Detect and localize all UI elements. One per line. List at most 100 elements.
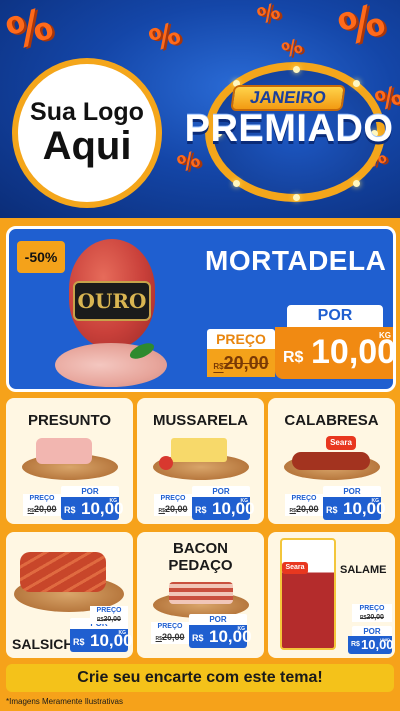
price-value: 10,00 [90,631,133,650]
bulb-icon [293,66,300,73]
por-label: POR [189,614,247,625]
product-name: CALABRESA [284,412,379,429]
unit-label: KG [109,498,118,504]
tomato-image [159,456,173,470]
old-price: R$20,00 [90,615,128,624]
preco-label: PREÇO [352,604,392,613]
price-block: POR PREÇO R$20,00 R$ 10,00KG [151,614,252,648]
unit-label: UNID [380,637,390,642]
currency-symbol: R$ [283,349,304,366]
unit-label: KG [240,498,249,504]
bulb-icon [353,80,360,87]
old-value: 20,00 [161,632,185,642]
seara-logo: Seara [326,436,356,450]
price-value: 10,00 [212,499,255,518]
product-name-line2: PEDAÇO [168,557,233,574]
currency-symbol: R$ [326,505,338,515]
hero-product-title: MORTADELA [205,245,387,276]
mortadela-image: OURO [55,235,169,387]
disclaimer-text: *Imagens Meramente Ilustrativas [6,697,123,706]
bulb-icon [293,194,300,201]
logo-placeholder: Sua Logo Aqui [12,58,162,208]
product-card-presunto[interactable]: PRESUNTO POR PREÇO R$20,00 R$ 10,00 KG [6,398,133,524]
old-price: R$20,00 [151,631,189,644]
percent-icon: % [0,0,60,62]
product-card-bacon[interactable]: BACON PEDAÇO POR PREÇO R$20,00 R$ 10,00 KG [137,532,264,658]
logo-text-line2: Aqui [42,123,132,168]
preco-label: PREÇO [23,494,61,503]
hero-old-price: R$20,00 [207,349,275,377]
unit-label: KG [371,498,380,504]
percent-icon: % [278,33,306,63]
presunto-image [36,438,92,464]
product-name-line1: BACON [173,540,228,557]
new-price: R$ 10,00 KG [192,497,255,520]
mussarela-image [171,438,227,462]
premiado-title: PREMIADO [184,108,394,150]
salame-package-image [280,538,336,650]
price-block: POR PREÇO R$20,00 R$ 10,00KG [23,486,124,520]
new-price: R$ 10,00 KG [189,625,252,648]
old-value: 20,00 [164,504,188,514]
mortadela-brand-label: OURO [73,281,151,321]
por-label: POR [61,486,119,497]
hero-new-price: R$ 10,00 KG [275,327,393,379]
currency-symbol: R$ [64,505,76,515]
old-price: R$20,00 [285,503,323,516]
old-price: R$20,00 [23,503,61,516]
percent-icon: % [254,0,284,31]
old-value: 20,00 [103,616,121,623]
product-name: SALAME [340,564,387,576]
product-card-salsicha[interactable]: SALSICHA POR PREÇO R$20,00 R$10,00KG [6,532,133,658]
discount-badge: -50% [17,241,65,273]
old-value: 20,00 [223,353,269,373]
cta-banner[interactable]: Crie seu encarte com este tema! [6,664,394,692]
calabresa-image [292,452,370,470]
header-banner: % % % % % % % % Sua Logo Aqui JANEIRO PR… [0,0,400,218]
product-card-mussarela[interactable]: MUSSARELA POR PREÇO R$20,00 R$ 10,00 KG [137,398,264,524]
new-price: R$ 10,00 KG [61,497,124,520]
preco-label: PREÇO [151,622,189,631]
bulb-icon [353,180,360,187]
old-value: 20,00 [366,614,384,621]
price-block: PREÇO R$20,00 POR R$ 10,00 UNID [348,604,394,654]
bulb-icon [233,180,240,187]
percent-icon: % [332,0,392,58]
currency-symbol: R$ [73,637,85,647]
por-label: POR [323,486,381,497]
new-price: R$ 10,00 UNID [348,636,394,654]
product-name: MUSSARELA [152,412,248,429]
old-currency: R$ [213,362,224,371]
price-value: 10,00 [209,627,252,646]
unit-label: KG [118,630,127,636]
por-label: POR [192,486,250,497]
percent-icon: % [144,15,186,60]
unit-label: KG [237,626,246,632]
new-price: R$ 10,00 KG [323,497,386,520]
preco-label: PREÇO [285,494,323,503]
percent-icon: % [174,146,204,179]
currency-symbol: R$ [192,633,204,643]
bacon-image [169,582,233,604]
price-value: 10,00 [343,499,386,518]
old-price: R$20,00 [352,613,392,622]
price-value: 10,00 [81,499,124,518]
price-block: POR PREÇO R$20,00 R$ 10,00KG [285,486,386,520]
salsicha-image [20,552,106,592]
hero-preco-label: PREÇO [207,329,275,349]
currency-symbol: R$ [351,641,360,648]
product-name: PRESUNTO [27,412,112,429]
seara-logo: Seara [282,562,308,574]
old-value: 20,00 [33,504,57,514]
new-price: R$ 10,00 KG [70,629,133,652]
logo-text-line1: Sua Logo [30,97,144,126]
unit-label: KG [379,331,391,340]
product-card-salame[interactable]: Seara SALAME PREÇO R$20,00 POR R$ 10,00 UN… [268,532,395,658]
preco-label: PREÇO [90,606,128,615]
hero-offer-card[interactable]: OURO -50% MORTADELA POR PREÇO R$20,00 R$… [6,226,396,392]
preco-label: PREÇO [154,494,192,503]
product-card-calabresa[interactable]: CALABRESA Seara POR PREÇO R$20,00 R$ 10,0… [268,398,395,524]
old-price: R$20,00 [154,503,192,516]
currency-symbol: R$ [195,505,207,515]
price-block: POR PREÇO R$20,00 R$ 10,00KG [154,486,255,520]
